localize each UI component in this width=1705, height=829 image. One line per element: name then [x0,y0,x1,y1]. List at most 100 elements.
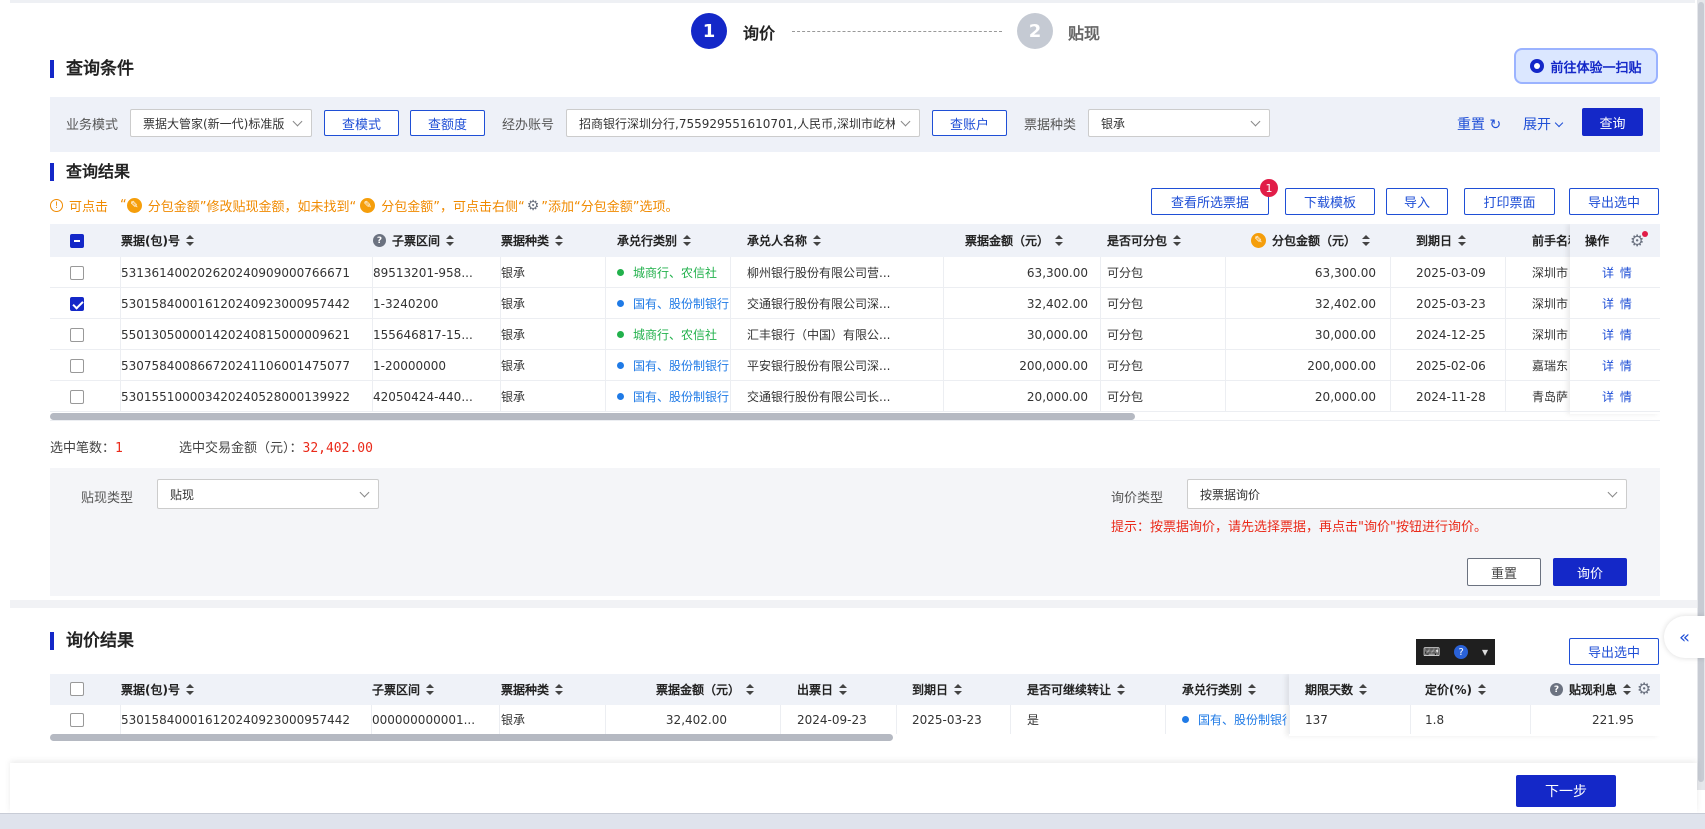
check-quota-button[interactable]: 查额度 [410,110,485,136]
sort-icon [555,235,564,246]
col-acceptor-type[interactable]: 承兑行类别 [617,224,692,257]
inq-col-days[interactable]: 期限天数 [1305,674,1368,705]
col-splittable[interactable]: 是否可分包 [1107,224,1182,257]
detail-link[interactable]: 详 情 [1602,257,1633,288]
inq-col-bill-no[interactable]: 票据(包)号 [121,674,194,705]
results-table: 票据(包)号 ? 子票区间 票据种类 承兑行类别 承兑人名称 票据金额（元） 是否… [50,224,1660,421]
side-collapse-button[interactable]: « [1664,616,1705,658]
status-dot [617,269,624,276]
col-bill-no[interactable]: 票据(包)号 [121,224,194,257]
results-hscroll-thumb[interactable] [50,413,1135,420]
next-step-button[interactable]: 下一步 [1516,775,1616,807]
ime-toolbar[interactable]: ⌨ ? ▾ [1416,639,1495,665]
row-checkbox[interactable] [70,328,84,342]
bill-kind-select[interactable]: 银承 [1088,109,1270,137]
row-checkbox[interactable] [70,266,84,280]
cell-bill-type: 银承 [501,390,526,404]
cell-acceptor-type[interactable]: 国有、股份制银行 [617,288,732,319]
inq-cell-interest: 221.95 [1592,712,1634,727]
discount-reset-button[interactable]: 重置 [1467,558,1541,586]
cell-amount: 32,402.00 [1026,296,1088,311]
status-dot [1182,716,1189,723]
selected-summary: 选中笔数：1 选中交易金额（元）：32,402.00 [50,441,373,456]
inquiry-export-button[interactable]: 导出选中 [1569,638,1659,665]
promo-scan-button[interactable]: 前往体验一扫贴 [1514,48,1658,84]
inq-col-sub-range[interactable]: 子票区间 [372,674,435,705]
col-due[interactable]: 到期日 [1416,224,1467,257]
record-icon [1530,59,1545,73]
cell-due: 2024-12-25 [1416,327,1486,342]
inq-col-bill-type[interactable]: 票据种类 [501,674,564,705]
inquiry-hscroll-thumb[interactable] [50,734,893,741]
bottom-action-bar [10,763,1697,813]
query-button[interactable]: 查询 [1582,108,1643,136]
cell-split-amount[interactable]: 32,402.00 [1251,288,1376,319]
cell-acceptor-type[interactable]: 城商行、农信社 [617,257,732,288]
detail-link[interactable]: 详 情 [1602,288,1633,319]
col-sub-range[interactable]: ? 子票区间 [373,224,455,257]
inquire-button[interactable]: 询价 [1553,558,1627,586]
col-acceptor-name[interactable]: 承兑人名称 [747,224,822,257]
check-account-button[interactable]: 查账户 [932,110,1007,136]
inq-cell-acceptor-type: 国有、股份制银行 [1182,705,1287,734]
col-bill-type[interactable]: 票据种类 [501,224,564,257]
export-selected-button[interactable]: 导出选中 [1569,188,1659,215]
column-separator [1505,257,1506,412]
account-select[interactable]: 招商银行深圳分行,755929551610701,人民币,深圳市屹林 [566,109,920,137]
sort-icon [954,684,963,695]
row-checkbox[interactable] [70,297,84,311]
right-scroll-thumb[interactable] [1698,2,1704,782]
sort-icon [185,684,194,695]
download-template-button[interactable]: 下载模板 [1285,188,1375,215]
inquiry-settings-gear-icon[interactable]: ⚙ [1637,679,1651,698]
acceptor-type-text: 国有、股份制银行 [633,359,730,373]
detail-link[interactable]: 详 情 [1602,350,1633,381]
results-section-title: 查询结果 [50,163,130,181]
print-button[interactable]: 打印票面 [1464,188,1555,215]
select-all-checkbox[interactable] [70,234,84,248]
step-2-label: 贴现 [1068,24,1101,43]
cell-split-amount[interactable]: 200,000.00 [1251,350,1376,381]
inq-col-transferable[interactable]: 是否可继续转让 [1027,674,1126,705]
biz-mode-select[interactable]: 票据大管家(新一代)标准版 [130,109,312,137]
inq-col-interest[interactable]: ? 贴现利息 [1550,674,1632,705]
inquiry-row-checkbox[interactable] [70,713,84,727]
sort-icon [839,684,848,695]
inquiry-select-all-checkbox[interactable] [70,682,84,696]
expand-link[interactable]: 展开 [1523,114,1564,134]
row-checkbox[interactable] [70,359,84,373]
import-button[interactable]: 导入 [1386,188,1448,215]
col-split-amount[interactable]: ✎ 分包金额（元） [1251,224,1371,257]
column-separator [372,257,373,412]
sort-icon [813,235,822,246]
cell-acceptor-type[interactable]: 国有、股份制银行 [617,350,732,381]
view-selected-button[interactable]: 查看所选票据 [1151,188,1269,215]
reset-link[interactable]: 重置 ↻ [1457,114,1501,134]
settings-dot [1642,231,1648,237]
cell-acceptor-type[interactable]: 国有、股份制银行 [617,381,732,412]
column-separator [1100,257,1101,412]
column-separator [1289,705,1290,734]
column-separator [1530,705,1531,734]
inq-col-due[interactable]: 到期日 [912,674,963,705]
col-amount[interactable]: 票据金额（元） [965,224,1064,257]
discount-type-select[interactable]: 贴现 [157,479,379,509]
acceptor-type-text: 国有、股份制银行 [633,297,730,311]
cell-split-amount[interactable]: 63,300.00 [1251,257,1376,288]
detail-link[interactable]: 详 情 [1602,319,1633,350]
detail-link[interactable]: 详 情 [1602,381,1633,412]
row-checkbox[interactable] [70,390,84,404]
inq-col-amount[interactable]: 票据金额（元） [656,674,755,705]
inq-col-issue[interactable]: 出票日 [797,674,848,705]
column-separator [896,705,897,734]
cell-prev-holder: 嘉瑞东 [1532,359,1568,373]
cell-split-amount[interactable]: 30,000.00 [1251,319,1376,350]
acceptor-type-text: 国有、股份制银行 [1198,713,1287,727]
inq-col-price[interactable]: 定价(%) [1425,674,1486,705]
cell-bill-type: 银承 [501,297,526,311]
cell-split-amount[interactable]: 20,000.00 [1251,381,1376,412]
inquiry-type-select[interactable]: 按票据询价 [1187,479,1627,509]
check-mode-button[interactable]: 查模式 [324,110,399,136]
bill-kind-label: 票据种类 [1024,118,1077,133]
cell-acceptor-type[interactable]: 城商行、农信社 [617,319,732,350]
